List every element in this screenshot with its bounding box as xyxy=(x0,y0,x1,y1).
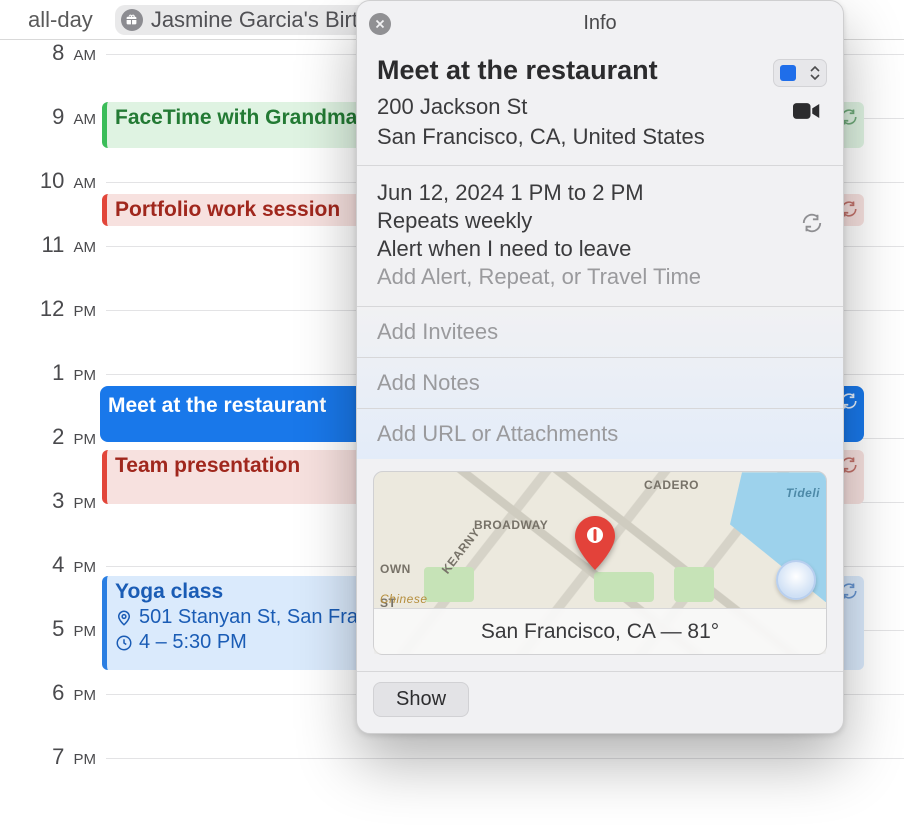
map-pin-icon xyxy=(574,516,616,577)
event-title-field[interactable]: Meet at the restaurant xyxy=(377,55,823,86)
event-time: 4 – 5:30 PM xyxy=(139,631,247,654)
add-notes[interactable]: Add Notes xyxy=(357,357,843,408)
close-button[interactable] xyxy=(369,13,391,35)
add-invitees[interactable]: Add Invitees xyxy=(357,307,843,357)
video-call-icon[interactable] xyxy=(793,101,821,121)
chevron-up-down-icon xyxy=(810,66,820,80)
event-title: Meet at the restaurant xyxy=(108,394,326,417)
hour-label: 11 AM xyxy=(0,232,96,258)
show-button[interactable]: Show xyxy=(373,682,469,717)
add-url-attachments[interactable]: Add URL or Attachments xyxy=(357,408,843,459)
gift-icon xyxy=(121,9,143,31)
map-park xyxy=(674,567,714,602)
event-title: Team presentation xyxy=(115,454,300,477)
hour-label: 4 PM xyxy=(0,552,96,578)
add-alert-repeat-travel[interactable]: Add Alert, Repeat, or Travel Time xyxy=(377,264,823,290)
map-section: BROADWAY KEARNY OWN ST CADERO Tideli Chi… xyxy=(357,459,843,671)
event-summary-section: Meet at the restaurant 200 Jackson St Sa… xyxy=(357,45,843,165)
map-water-label: Tideli xyxy=(786,486,820,500)
calendar-color-chooser[interactable] xyxy=(773,59,827,87)
event-extras-section: Add Invitees Add Notes Add URL or Attach… xyxy=(357,306,843,459)
hour-label: 2 PM xyxy=(0,424,96,450)
map-preview[interactable]: BROADWAY KEARNY OWN ST CADERO Tideli Chi… xyxy=(373,471,827,655)
event-title: Yoga class xyxy=(115,580,223,603)
event-title: Portfolio work session xyxy=(115,198,340,221)
hour-label: 1 PM xyxy=(0,360,96,386)
map-street-label: CADERO xyxy=(644,478,699,492)
calendar-color-swatch xyxy=(780,65,796,81)
event-info-popover: Info Meet at the restaurant 200 Jackson … xyxy=(356,0,844,734)
event-location-field[interactable]: 200 Jackson St San Francisco, CA, United… xyxy=(377,92,823,151)
hour-label: 12 PM xyxy=(0,296,96,322)
popover-title: Info xyxy=(583,12,616,35)
allday-label: all-day xyxy=(28,7,93,33)
map-street-label: BROADWAY xyxy=(474,518,548,532)
repeat-icon xyxy=(801,212,823,239)
map-street-label: OWN xyxy=(380,562,411,576)
popover-header: Info xyxy=(357,1,843,45)
event-time-section: Jun 12, 2024 1 PM to 2 PM Repeats weekly… xyxy=(357,165,843,306)
hour-label: 6 PM xyxy=(0,680,96,706)
hour-label: 3 PM xyxy=(0,488,96,514)
hour-label: 7 PM xyxy=(0,744,96,770)
map-weather-label: San Francisco, CA — 81° xyxy=(374,608,826,654)
event-datetime[interactable]: Jun 12, 2024 1 PM to 2 PM xyxy=(377,180,823,206)
event-title: FaceTime with Grandma xyxy=(115,106,357,129)
popover-footer: Show xyxy=(357,671,843,733)
location-pin-icon xyxy=(115,609,133,627)
hour-label: 9 AM xyxy=(0,104,96,130)
hour-label: 10 AM xyxy=(0,168,96,194)
hour-label: 5 PM xyxy=(0,616,96,642)
clock-icon xyxy=(115,634,133,652)
event-alert[interactable]: Alert when I need to leave xyxy=(377,236,823,262)
event-repeat[interactable]: Repeats weekly xyxy=(377,208,823,234)
map-poi-label: Chinese xyxy=(380,592,428,606)
hour-label: 8 AM xyxy=(0,40,96,66)
